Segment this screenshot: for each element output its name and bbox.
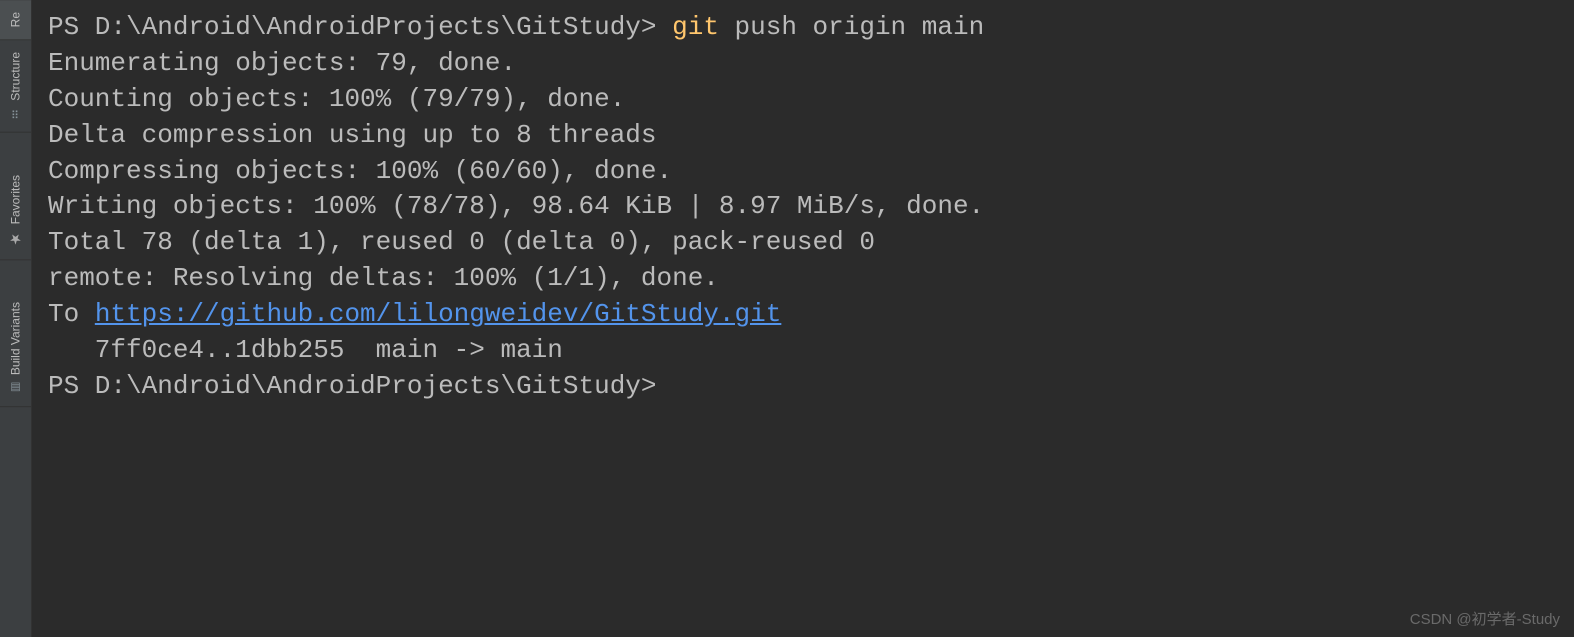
terminal-output-line: Total 78 (delta 1), reused 0 (delta 0), … (48, 227, 875, 257)
structure-icon: ⠿ (12, 107, 19, 120)
terminal-panel[interactable]: PS D:\Android\AndroidProjects\GitStudy> … (32, 0, 1574, 637)
sidebar-tab-structure[interactable]: ⠿ Structure (0, 40, 31, 133)
sidebar-tab-label: Favorites (9, 175, 23, 224)
sidebar-tab-label: Structure (9, 52, 23, 101)
terminal-link-repo[interactable]: https://github.com/lilongweidev/GitStudy… (95, 299, 782, 329)
sidebar-tab-build-variants[interactable]: ▤ Build Variants (0, 290, 31, 407)
terminal-output-line: 7ff0ce4..1dbb255 main -> main (48, 335, 563, 365)
terminal-output-to: To (48, 299, 95, 329)
sidebar-tab-label: Build Variants (9, 302, 23, 375)
tool-window-sidebar: Re ⠿ Structure ★ Favorites ▤ Build Varia… (0, 0, 32, 637)
terminal-output-line: Enumerating objects: 79, done. (48, 48, 516, 78)
sidebar-tab-label: Re (9, 12, 23, 27)
terminal-output-line: Compressing objects: 100% (60/60), done. (48, 156, 672, 186)
terminal-output-line: Delta compression using up to 8 threads (48, 120, 657, 150)
terminal-output-line: remote: Resolving deltas: 100% (1/1), do… (48, 263, 719, 293)
terminal-prompt: PS D:\Android\AndroidProjects\GitStudy> (48, 371, 657, 401)
terminal-output-line: Writing objects: 100% (78/78), 98.64 KiB… (48, 191, 984, 221)
terminal-prompt: PS D:\Android\AndroidProjects\GitStudy> (48, 12, 672, 42)
terminal-output-line: Counting objects: 100% (79/79), done. (48, 84, 625, 114)
terminal-command-git: git (672, 12, 719, 42)
star-icon: ★ (9, 230, 22, 247)
sidebar-tab-favorites[interactable]: ★ Favorites (0, 163, 31, 260)
sidebar-tab-re[interactable]: Re (0, 0, 31, 40)
build-variants-icon: ▤ (10, 382, 20, 395)
terminal-command-args: push origin main (719, 12, 984, 42)
